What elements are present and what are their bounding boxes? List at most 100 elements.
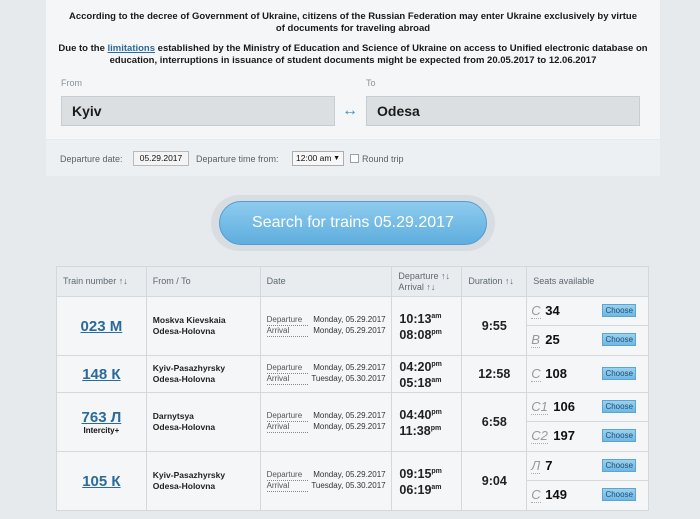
arrival-date-label: Arrival bbox=[266, 422, 308, 433]
header-departure[interactable]: Departure ↑↓ bbox=[398, 271, 450, 281]
departure-time-select[interactable]: 12:00 am ▼ bbox=[292, 151, 344, 166]
arrival-date: Monday, 05.29.2017 bbox=[313, 422, 386, 431]
train-number-link[interactable]: 763 Л bbox=[57, 409, 146, 426]
train-class: Intercity+ bbox=[83, 426, 120, 435]
times-cell: 04:40pm 11:38pm bbox=[391, 392, 463, 452]
route-cell: Kyiv-Pasazhyrsky Odesa-Holovna bbox=[145, 355, 261, 393]
seat-class-row: С 149 Choose bbox=[527, 481, 648, 510]
train-number-link[interactable]: 148 К bbox=[57, 366, 146, 383]
header-train-number[interactable]: Train number ↑↓ bbox=[56, 266, 147, 297]
seat-count: 106 bbox=[553, 399, 575, 414]
train-number-cell: 023 М bbox=[56, 296, 147, 356]
from-station: Darnytsya bbox=[152, 411, 194, 421]
to-station: Odesa-Holovna bbox=[152, 326, 216, 336]
arrival-date: Monday, 05.29.2017 bbox=[313, 326, 386, 335]
departure-date: Monday, 05.29.2017 bbox=[313, 470, 386, 479]
arrival-time: 06:19 bbox=[399, 483, 432, 498]
header-duration[interactable]: Duration ↑↓ bbox=[461, 266, 528, 297]
from-label: From bbox=[61, 78, 82, 88]
from-station: Moskva Kievskaia bbox=[152, 315, 226, 325]
departure-date-label: Departure bbox=[266, 411, 308, 422]
departure-date-input[interactable]: 05.29.2017 bbox=[133, 151, 189, 166]
seat-count: 149 bbox=[545, 487, 567, 502]
route-cell: Kyiv-Pasazhyrsky Odesa-Holovna bbox=[145, 451, 261, 511]
seat-class: С bbox=[531, 487, 541, 503]
arrival-date: Tuesday, 05.30.2017 bbox=[311, 481, 386, 490]
notice-text-2: Due to the limitations established by th… bbox=[46, 43, 660, 67]
departure-time-label: Departure time from: bbox=[196, 154, 279, 164]
seat-class-row: С 34 Choose bbox=[527, 297, 648, 326]
route-cell: Darnytsya Odesa-Holovna bbox=[145, 392, 261, 452]
to-station: Odesa-Holovna bbox=[152, 422, 216, 432]
departure-date-label: Departure bbox=[266, 363, 308, 374]
times-cell: 10:13am 08:08pm bbox=[391, 296, 463, 356]
choose-button[interactable]: Choose bbox=[602, 488, 637, 501]
departure-ampm: pm bbox=[431, 467, 442, 475]
seat-class: В bbox=[531, 332, 540, 348]
header-from-to: From / To bbox=[145, 266, 261, 297]
train-number-link[interactable]: 023 М bbox=[57, 318, 146, 335]
train-row: 763 Л Intercity+ Darnytsya Odesa-Holovna … bbox=[56, 392, 649, 452]
limitations-link[interactable]: limitations bbox=[108, 43, 156, 54]
date-cell: Departure Monday, 05.29.2017 Arrival Tuesd… bbox=[259, 355, 393, 393]
arrival-date-label: Arrival bbox=[266, 326, 308, 337]
header-arrival[interactable]: Arrival ↑↓ bbox=[398, 282, 435, 292]
train-row: 148 К Kyiv-Pasazhyrsky Odesa-Holovna Dep… bbox=[56, 355, 649, 393]
choose-button[interactable]: Choose bbox=[602, 333, 637, 346]
departure-time: 10:13 bbox=[399, 312, 432, 326]
header-date: Date bbox=[259, 266, 393, 297]
from-station: Kyiv-Pasazhyrsky bbox=[152, 363, 226, 373]
notice-text-2-post: established by the Ministry of Education… bbox=[109, 43, 648, 66]
choose-button[interactable]: Choose bbox=[602, 429, 637, 442]
duration: 6:58 bbox=[461, 392, 528, 452]
arrival-ampm: pm bbox=[431, 329, 442, 336]
round-trip-checkbox[interactable] bbox=[350, 154, 359, 163]
header-dep-arr[interactable]: Departure ↑↓ Arrival ↑↓ bbox=[391, 266, 463, 297]
departure-date-label: Departure date: bbox=[60, 154, 123, 164]
search-trains-button[interactable]: Search for trains 05.29.2017 bbox=[219, 201, 487, 245]
duration: 12:58 bbox=[461, 355, 528, 393]
choose-button[interactable]: Choose bbox=[602, 459, 637, 472]
to-station-input[interactable]: Odesa bbox=[366, 96, 640, 126]
chevron-down-icon: ▼ bbox=[333, 155, 340, 162]
seats-cell: С 34 Choose В 25 Choose bbox=[526, 296, 649, 356]
departure-ampm: pm bbox=[431, 408, 442, 416]
seat-class-row: Л 7 Choose bbox=[527, 452, 648, 481]
departure-date-label: Departure bbox=[266, 470, 308, 481]
train-row: 105 К Kyiv-Pasazhyrsky Odesa-Holovna Dep… bbox=[56, 451, 649, 511]
choose-button[interactable]: Choose bbox=[602, 400, 637, 413]
choose-button[interactable]: Choose bbox=[602, 366, 637, 380]
date-cell: Departure Monday, 05.29.2017 Arrival Monda… bbox=[259, 296, 393, 356]
arrival-ampm: am bbox=[431, 377, 442, 384]
departure-date: Monday, 05.29.2017 bbox=[313, 363, 386, 372]
arrival-date-label: Arrival bbox=[266, 374, 308, 385]
date-cell: Departure Monday, 05.29.2017 Arrival Monda… bbox=[259, 392, 393, 452]
arrival-time: 11:38 bbox=[399, 424, 431, 439]
arrival-time: 05:18 bbox=[399, 376, 432, 391]
seat-class: С bbox=[531, 365, 541, 382]
to-label: To bbox=[366, 78, 376, 88]
date-cell: Departure Monday, 05.29.2017 Arrival Tuesd… bbox=[259, 451, 393, 511]
arrival-ampm: pm bbox=[430, 425, 442, 432]
seat-count: 25 bbox=[545, 332, 560, 347]
notice-text-1: According to the decree of Government of… bbox=[68, 11, 638, 34]
seat-class: Л bbox=[531, 458, 541, 474]
departure-ampm: am bbox=[431, 312, 442, 320]
trains-table: Train number ↑↓ From / To Date Departure… bbox=[56, 266, 649, 511]
duration: 9:04 bbox=[461, 451, 528, 511]
times-cell: 09:15pm 06:19am bbox=[391, 451, 463, 511]
choose-button[interactable]: Choose bbox=[602, 304, 637, 317]
departure-time: 09:15 bbox=[399, 467, 432, 481]
swap-stations-icon[interactable]: ↔ bbox=[339, 103, 361, 119]
from-station-input[interactable]: Kyiv bbox=[61, 96, 335, 126]
seat-count: 7 bbox=[545, 458, 553, 473]
arrival-ampm: am bbox=[431, 484, 442, 491]
route-cell: Moskva Kievskaia Odesa-Holovna bbox=[145, 296, 261, 356]
times-cell: 04:20pm 05:18am bbox=[391, 355, 463, 393]
seat-count: 34 bbox=[545, 303, 560, 318]
seat-class: С1 bbox=[531, 399, 548, 415]
departure-time: 04:20 bbox=[399, 360, 432, 374]
seat-count: 197 bbox=[553, 428, 575, 443]
train-number-link[interactable]: 105 К bbox=[57, 473, 146, 490]
round-trip-label: Round trip bbox=[362, 154, 404, 164]
